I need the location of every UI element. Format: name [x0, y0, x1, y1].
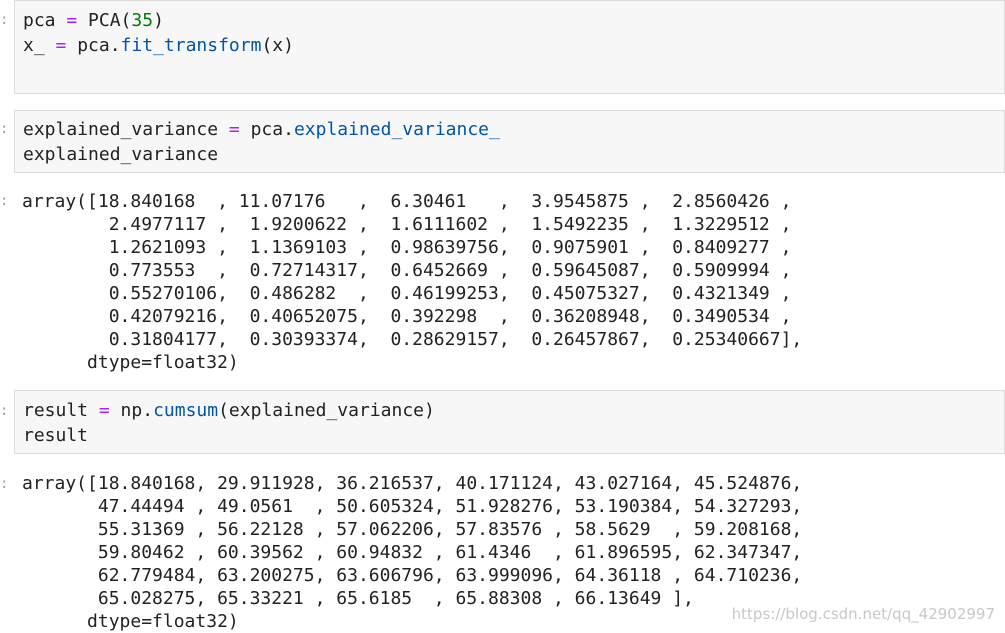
watermark-text: https://blog.csdn.net/qq_42902997 [731, 605, 995, 623]
code-cell-explained-variance[interactable]: explained_variance = pca.explained_varia… [14, 110, 1005, 173]
output-line: 1.2621093 , 1.1369103 , 0.98639756, 0.90… [22, 237, 792, 258]
output-line: 59.80462 , 60.39562 , 60.94832 , 61.4346… [22, 542, 803, 563]
code-token: = [55, 35, 67, 56]
output-prompt: : [0, 476, 9, 492]
output-line: dtype=float32) [22, 611, 239, 632]
code-cell-cumsum[interactable]: result = np.cumsum(explained_variance) r… [14, 390, 1005, 454]
output-line: 0.773553 , 0.72714317, 0.6452669 , 0.596… [22, 260, 792, 281]
code-line: explained_variance [23, 143, 218, 166]
code-line: explained_variance = pca.explained_varia… [23, 118, 500, 141]
code-line: x_ = pca.fit_transform(x) [23, 34, 294, 57]
code-token: result [23, 425, 89, 446]
code-token: ) [153, 10, 164, 31]
code-token: explained_variance [23, 144, 219, 165]
output-line: array([18.840168, 29.911928, 36.216537, … [22, 473, 803, 494]
code-token: PCA( [77, 10, 132, 31]
cell-prompt: : [0, 403, 9, 419]
code-token: result [23, 400, 99, 421]
code-token: (explained_variance) [218, 400, 435, 421]
cell-prompt: : [0, 121, 9, 137]
output-line: 0.42079216, 0.40652075, 0.392298 , 0.362… [22, 306, 792, 327]
code-token: explained_variance [23, 119, 229, 140]
code-cell-pca[interactable]: pca = PCA(35) x_ = pca.fit_transform(x) [14, 0, 1005, 94]
code-token: cumsum [153, 400, 219, 421]
output-line: 0.55270106, 0.486282 , 0.46199253, 0.450… [22, 283, 792, 304]
code-token: = [98, 400, 110, 421]
code-line: result [23, 424, 88, 447]
code-token: 35 [131, 10, 154, 31]
code-token: np. [109, 400, 154, 421]
code-token: pca. [66, 35, 121, 56]
code-token: explained_variance_ [293, 119, 500, 140]
output-line: 2.4977117 , 1.9200622 , 1.6111602 , 1.54… [22, 214, 792, 235]
code-token: fit_transform [120, 35, 262, 56]
output-line: 47.44494 , 49.0561 , 50.605324, 51.92827… [22, 496, 803, 517]
code-token: = [228, 119, 240, 140]
code-line: pca = PCA(35) [23, 9, 164, 32]
code-token: x_ [23, 35, 56, 56]
cell-prompt: : [0, 12, 9, 28]
output-line: array([18.840168 , 11.07176 , 6.30461 , … [22, 191, 792, 212]
output-prompt: : [0, 193, 9, 209]
code-token: pca. [239, 119, 294, 140]
output-line: 62.779484, 63.200275, 63.606796, 63.9990… [22, 565, 803, 586]
code-line: result = np.cumsum(explained_variance) [23, 399, 435, 422]
code-token: pca [23, 10, 67, 31]
output-line: 65.028275, 65.33221 , 65.6185 , 65.88308… [22, 588, 694, 609]
code-token: (x) [261, 35, 294, 56]
output-line: 0.31804177, 0.30393374, 0.28629157, 0.26… [22, 329, 803, 350]
output-line: dtype=float32) [22, 352, 239, 373]
output-line: 55.31369 , 56.22128 , 57.062206, 57.8357… [22, 519, 803, 540]
code-token: = [66, 10, 78, 31]
